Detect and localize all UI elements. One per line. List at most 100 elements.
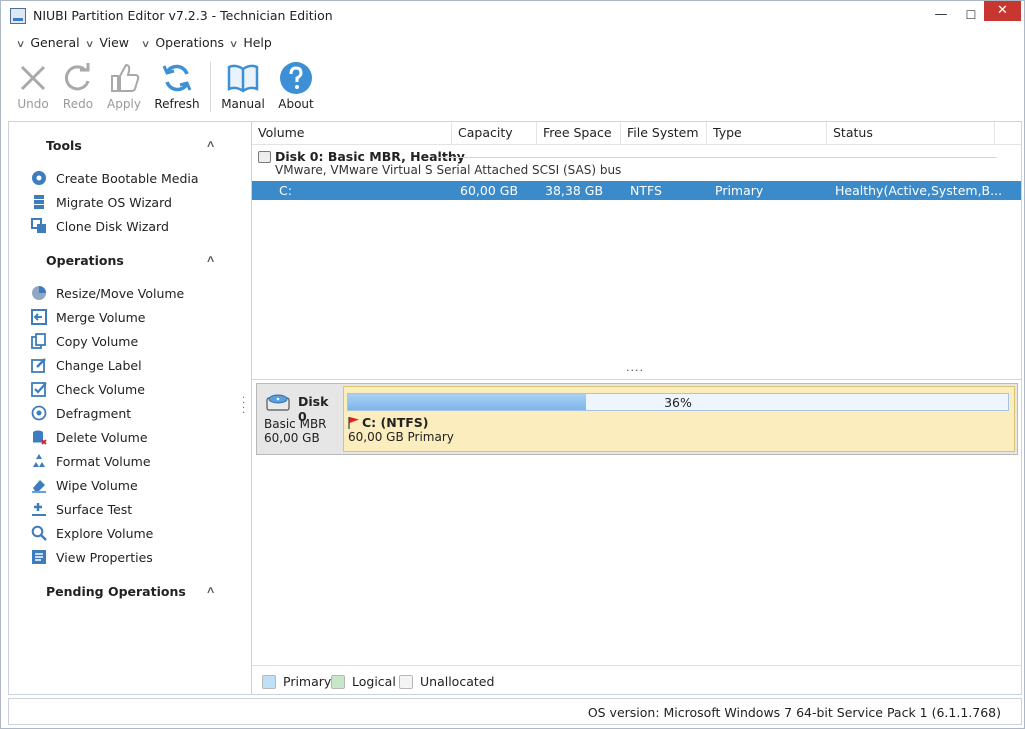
sidebar-item-defragment[interactable]: Defragment [31,405,131,425]
copy-icon [31,332,46,349]
legend-unallocated-label: Unallocated [420,674,495,689]
collapse-operations-icon[interactable]: ∧ [206,254,216,265]
column-file-system[interactable]: File System [621,122,707,144]
column-free-space[interactable]: Free Space [537,122,621,144]
apply-button[interactable]: Apply [103,61,145,117]
check-icon [31,381,47,397]
disk-map[interactable]: Disk 0 Basic MBR 60,00 GB 36% C: (NTFS) … [256,383,1018,455]
menu-general-label: General [30,35,80,50]
table-row[interactable]: C: 60,00 GB 38,38 GB NTFS Primary Health… [252,181,1021,200]
undo-label: Undo [17,97,49,111]
collapse-tools-icon[interactable]: ∧ [206,139,216,150]
label-icon [31,357,46,373]
pending-operations-title: Pending Operations [46,584,186,599]
legend-unallocated: Unallocated [399,674,494,690]
bootable-media-icon [32,170,46,185]
menu-view-label: View [99,35,129,50]
os-version-text: OS version: Microsoft Windows 7 64-bit S… [587,705,1001,720]
sidebar-item-wipe-volume[interactable]: Wipe Volume [31,477,138,497]
format-icon [33,453,45,467]
cell-capacity: 60,00 GB [460,183,519,198]
book-icon [227,64,259,93]
legend-swatch-primary [262,674,276,689]
sidebar-item-label: Delete Volume [56,430,148,445]
status-bar: OS version: Microsoft Windows 7 64-bit S… [8,698,1022,725]
disk-map-info[interactable]: Disk 0 Basic MBR 60,00 GB [257,384,340,454]
disk-subtitle: VMware, VMware Virtual S Serial Attached… [275,163,622,177]
cell-volume: C: [279,183,292,198]
menu-help[interactable]: ∨ Help [228,35,272,50]
sidebar-item-change-label[interactable]: Change Label [31,357,142,377]
chevron-down-icon: ∨ [228,39,239,50]
sidebar-item-delete-volume[interactable]: Delete Volume [31,429,148,449]
delete-icon [33,430,47,445]
about-button[interactable]: About [275,61,317,117]
menu-view[interactable]: ∨ View [84,35,129,50]
sidebar-item-merge-volume[interactable]: Merge Volume [31,308,145,329]
menu-bar: ∨ General ∨ View ∨ Operations ∨ Help [8,32,1022,54]
partition-name: C: (NTFS) [362,415,429,430]
sidebar-item-explore-volume[interactable]: Explore Volume [31,525,153,545]
sidebar-item-label: Resize/Move Volume [56,286,185,301]
sidebar-splitter[interactable]: · · · · [242,394,246,419]
main-panel: Volume Capacity Free Space File System T… [251,121,1022,695]
resize-icon [32,285,46,300]
sidebar-item-copy-volume[interactable]: Copy Volume [31,332,139,353]
sidebar-item-label: Change Label [56,358,142,373]
maximize-button[interactable]: ☐ [956,1,986,31]
migrate-os-icon [34,194,44,209]
divider [437,157,997,158]
undo-icon [20,65,46,91]
column-status[interactable]: Status [827,122,995,144]
column-volume[interactable]: Volume [252,122,452,144]
sidebar-item-label: Format Volume [56,454,151,469]
close-button[interactable]: ✕ [984,1,1021,21]
sidebar-item-label: Defragment [56,406,132,421]
menu-general[interactable]: ∨ General [16,35,80,50]
sidebar-item-view-properties[interactable]: View Properties [31,549,153,569]
sidebar-item-create-bootable-media[interactable]: Create Bootable Media [31,170,199,190]
sidebar-item-clone-disk-wizard[interactable]: Clone Disk Wizard [31,217,169,238]
manual-button[interactable]: Manual [220,61,266,117]
legend-logical: Logical [331,674,396,690]
pane-splitter[interactable] [252,374,1021,380]
thumbs-up-icon [111,63,140,92]
sidebar-item-migrate-os-wizard[interactable]: Migrate OS Wizard [31,194,172,214]
sidebar-item-label: Surface Test [56,502,133,517]
chevron-down-icon: ∨ [84,39,95,50]
redo-button[interactable]: Redo [58,61,98,117]
disk-map-size: 60,00 GB [264,431,320,445]
partition-desc: 60,00 GB Primary [348,430,454,444]
sidebar-item-resize-move-volume[interactable]: Resize/Move Volume [31,285,184,305]
legend-swatch-logical [331,674,345,689]
operations-section-title: Operations [46,253,124,268]
refresh-button[interactable]: Refresh [153,61,201,117]
sidebar-item-format-volume[interactable]: Format Volume [31,453,151,473]
sidebar-item-label: Create Bootable Media [56,171,199,186]
merge-icon [31,308,47,325]
disk-map-type: Basic MBR [264,417,327,431]
properties-icon [32,549,46,564]
toolbar: Undo Redo Apply Refresh Manual About [8,56,1022,118]
column-capacity[interactable]: Capacity [452,122,537,144]
partition-block[interactable]: 36% C: (NTFS) 60,00 GB Primary [343,386,1015,452]
menu-operations[interactable]: ∨ Operations [141,35,224,50]
sidebar-item-label: View Properties [56,550,153,565]
minimize-button[interactable]: — [926,1,956,31]
column-type[interactable]: Type [707,122,827,144]
legend-primary: Primary [262,674,331,690]
sidebar-item-label: Copy Volume [56,334,139,349]
title-bar[interactable]: NIUBI Partition Editor v7.2.3 - Technici… [1,1,1024,31]
undo-button[interactable]: Undo [13,61,53,117]
toolbar-separator [210,62,211,112]
disk-row[interactable]: Disk 0: Basic MBR, Healthy VMware, VMwar… [252,146,1021,180]
sidebar-item-surface-test[interactable]: Surface Test [31,501,132,521]
sidebar-item-check-volume[interactable]: Check Volume [31,381,145,401]
legend-logical-label: Logical [352,674,396,689]
help-icon [280,62,312,94]
sidebar-item-label: Explore Volume [56,526,154,541]
pane-splitter-grip[interactable]: .... [626,361,644,374]
cell-free-space: 38,38 GB [545,183,604,198]
divider [252,665,1021,666]
collapse-pending-icon[interactable]: ∧ [206,585,216,596]
